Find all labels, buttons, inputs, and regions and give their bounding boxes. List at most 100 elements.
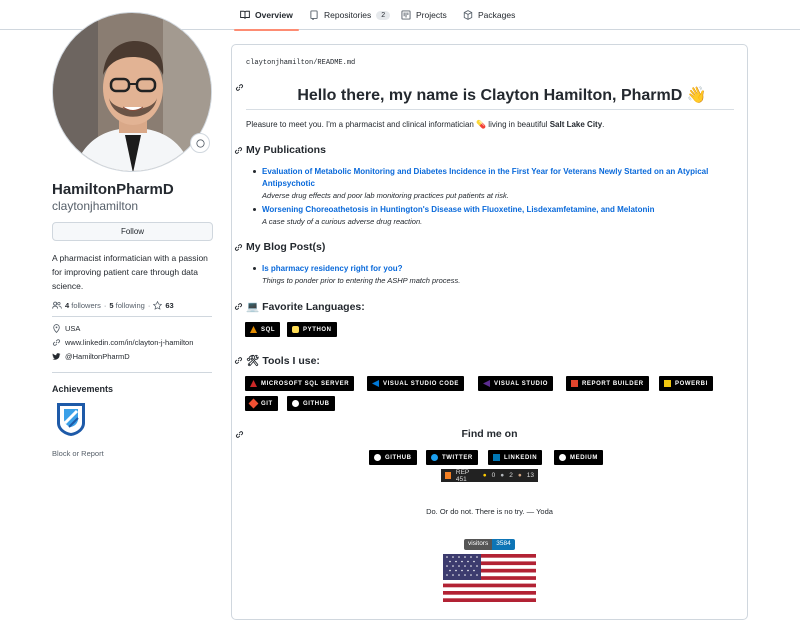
wave-emoji: 👋 bbox=[686, 87, 707, 104]
tool-badge-label: GITHUB bbox=[303, 400, 330, 407]
tool-badge-label: VISUAL STUDIO bbox=[494, 380, 549, 387]
silver-count: 2 bbox=[509, 472, 513, 479]
anchor-link-icon[interactable] bbox=[234, 243, 243, 252]
tool-badge-git[interactable]: GIT bbox=[245, 396, 278, 411]
tab-projects[interactable]: Projects bbox=[401, 0, 447, 30]
twitter-icon bbox=[52, 353, 61, 360]
social-badge-linkedin[interactable]: LINKEDIN bbox=[488, 450, 543, 465]
tool-badge-powerbi[interactable]: POWERBI bbox=[659, 376, 713, 391]
sidebar-divider bbox=[52, 316, 212, 317]
follow-button[interactable]: Follow bbox=[52, 222, 213, 241]
sql-server-icon bbox=[250, 380, 257, 387]
anchor-link-icon[interactable] bbox=[234, 356, 243, 365]
anchor-link-icon[interactable] bbox=[234, 302, 243, 311]
package-icon bbox=[463, 10, 473, 20]
blog-desc: Things to ponder prior to entering the A… bbox=[262, 276, 461, 285]
git-icon bbox=[248, 398, 259, 409]
stars-count[interactable]: 63 bbox=[165, 301, 173, 310]
gold-badge-dot: ● bbox=[482, 472, 487, 479]
tab-overview-label: Overview bbox=[255, 10, 293, 20]
blog-item: Is pharmacy residency right for you? Thi… bbox=[253, 263, 732, 287]
readme-path-file[interactable]: README.md bbox=[317, 59, 355, 67]
yoda-quote: Do. Or do not. There is no try. — Yoda bbox=[426, 507, 553, 516]
gold-count: 0 bbox=[491, 472, 496, 479]
repo-icon bbox=[310, 10, 318, 20]
powerbi-icon bbox=[664, 380, 671, 387]
tab-repositories[interactable]: Repositories 2 bbox=[309, 0, 391, 30]
tool-badge-vscode[interactable]: VISUAL STUDIO CODE bbox=[367, 376, 465, 391]
readme-intro: Pleasure to meet you. I'm a pharmacist a… bbox=[246, 120, 604, 129]
achievement-badge-icon[interactable] bbox=[55, 401, 87, 437]
profile-bio: A pharmacist informatician with a passio… bbox=[52, 253, 208, 291]
language-badge-label: PYTHON bbox=[303, 326, 332, 333]
publication-desc: Adverse drug effects and poor lab monito… bbox=[262, 191, 509, 200]
block-or-report-link[interactable]: Block or Report bbox=[52, 449, 104, 458]
smiley-icon bbox=[195, 138, 205, 148]
publications-heading-text: My Publications bbox=[246, 144, 326, 156]
silver-badge-dot: ● bbox=[500, 472, 505, 479]
tool-badge-report-builder[interactable]: REPORT BUILDER bbox=[566, 376, 649, 391]
title-rule bbox=[246, 109, 734, 110]
tool-badge-visual-studio[interactable]: VISUAL STUDIO bbox=[478, 376, 554, 391]
set-status-button[interactable] bbox=[190, 133, 210, 153]
publication-item: Evaluation of Metabolic Monitoring and D… bbox=[253, 166, 732, 202]
language-badge-python[interactable]: PYTHON bbox=[287, 322, 337, 337]
tool-badge-label: GIT bbox=[261, 400, 273, 407]
tool-badge-mssql[interactable]: MICROSOFT SQL SERVER bbox=[245, 376, 355, 391]
intro-city: Salt Lake City bbox=[549, 120, 603, 129]
stackoverflow-rep-badge[interactable]: REP 451 ● 0 ● 2 ● 13 bbox=[441, 469, 538, 483]
bronze-count: 13 bbox=[526, 472, 534, 479]
social-badge-github[interactable]: GITHUB bbox=[369, 450, 417, 465]
website-row[interactable]: www.linkedin.com/in/clayton-j-hamilton bbox=[52, 338, 193, 347]
project-icon bbox=[401, 10, 411, 20]
find-me-heading: Find me on bbox=[461, 428, 518, 440]
twitter-link[interactable]: @HamiltonPharmD bbox=[65, 352, 130, 361]
social-badge-label: MEDIUM bbox=[570, 454, 598, 461]
location-text: USA bbox=[65, 324, 81, 333]
followers-link[interactable]: 4 followers bbox=[65, 301, 101, 310]
avatar[interactable] bbox=[52, 12, 212, 172]
social-badge-twitter[interactable]: TWITTER bbox=[426, 450, 478, 465]
publication-link[interactable]: Evaluation of Metabolic Monitoring and D… bbox=[262, 167, 708, 188]
location-row: USA bbox=[52, 324, 80, 333]
following-link[interactable]: 5 following bbox=[109, 301, 144, 310]
tool-badge-github[interactable]: GITHUB bbox=[287, 396, 335, 411]
anchor-link-icon[interactable] bbox=[234, 146, 243, 155]
tab-packages[interactable]: Packages bbox=[463, 0, 515, 30]
profile-name: HamiltonPharmD bbox=[52, 181, 174, 198]
publication-link[interactable]: Worsening Choreoathetosis in Huntington'… bbox=[262, 205, 654, 214]
usa-flag-icon bbox=[443, 554, 536, 602]
location-icon bbox=[53, 324, 60, 333]
visitors-badge: visitors 3584 bbox=[464, 539, 515, 550]
computer-emoji: 💻 bbox=[246, 301, 260, 313]
tool-badge-label: MICROSOFT SQL SERVER bbox=[261, 380, 350, 387]
intro-end: . bbox=[602, 120, 605, 129]
tab-repositories-label: Repositories bbox=[324, 10, 372, 20]
followers-count: 4 bbox=[65, 301, 70, 310]
tools-heading: 🛠 Tools I use: bbox=[234, 354, 320, 367]
following-count: 5 bbox=[109, 301, 114, 310]
social-badge-medium[interactable]: MEDIUM bbox=[554, 450, 603, 465]
publications-heading: My Publications bbox=[234, 144, 326, 156]
website-link[interactable]: www.linkedin.com/in/clayton-j-hamilton bbox=[65, 338, 193, 347]
database-icon bbox=[250, 326, 257, 333]
twitter-icon bbox=[431, 454, 438, 461]
tools-heading-text: Tools I use: bbox=[262, 354, 320, 367]
readme-path-user[interactable]: claytonjhamilton bbox=[246, 59, 313, 67]
readme-title: Hello there, my name is Clayton Hamilton… bbox=[282, 85, 722, 105]
language-badge-sql[interactable]: SQL bbox=[245, 322, 281, 337]
blog-link[interactable]: Is pharmacy residency right for you? bbox=[262, 264, 402, 273]
social-badge-label: GITHUB bbox=[385, 454, 412, 461]
social-badge-label: TWITTER bbox=[442, 454, 473, 461]
visual-studio-icon bbox=[483, 380, 490, 387]
twitter-row[interactable]: @HamiltonPharmD bbox=[52, 352, 130, 361]
stackoverflow-icon bbox=[445, 472, 451, 479]
python-icon bbox=[292, 326, 299, 333]
stats-separator: · bbox=[147, 301, 151, 310]
vscode-icon bbox=[372, 380, 379, 387]
publication-desc: A case study of a curious adverse drug r… bbox=[262, 217, 423, 226]
tab-overview[interactable]: Overview bbox=[234, 0, 299, 31]
tab-projects-label: Projects bbox=[416, 10, 447, 20]
anchor-link-icon[interactable] bbox=[235, 83, 244, 92]
follow-stats: 4 followers · 5 following · 63 bbox=[52, 301, 174, 310]
